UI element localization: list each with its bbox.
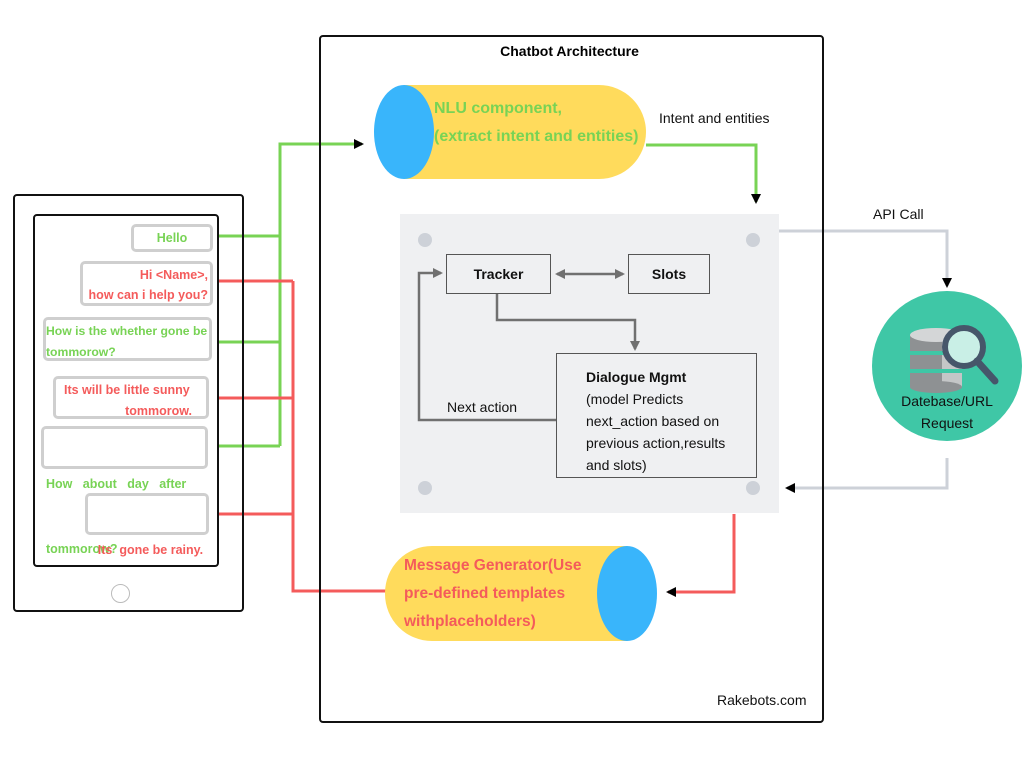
tracker-to-dialogue-arrow — [495, 293, 640, 351]
dialogue-line: next_action based on — [586, 413, 720, 429]
database-line: Request — [920, 415, 974, 431]
cylinder-cap — [597, 546, 657, 641]
dialogue-line: and slots) — [586, 457, 647, 473]
api-call-label: API Call — [873, 206, 924, 222]
message-generator-label: Message Generator(Use pre-defined templa… — [404, 552, 581, 636]
next-action-label: Next action — [447, 399, 518, 415]
generator-line: Message Generator(Use — [404, 557, 582, 574]
core-internal-arrows — [417, 268, 640, 422]
database-line: Datebase/URL — [901, 393, 993, 409]
message-generator: Message Generator(Use pre-defined templa… — [385, 546, 657, 641]
next-action-arrow — [417, 268, 556, 422]
dialogue-line: (model Predicts — [586, 391, 684, 407]
tracker-box: Tracker — [446, 254, 551, 294]
dialogue-mgmt-box: Dialogue Mgmt (model Predicts next_actio… — [556, 353, 757, 478]
slots-label: Slots — [651, 266, 687, 282]
generator-line: pre-defined templates — [404, 585, 566, 602]
database-node: Datebase/URL Request — [872, 291, 1022, 441]
generator-line: withplaceholders) — [404, 613, 536, 630]
dialogue-title: Dialogue Mgmt — [586, 369, 687, 385]
database-label: Datebase/URL Request — [872, 390, 1022, 434]
slots-box: Slots — [628, 254, 710, 294]
database-search-icon — [910, 325, 999, 393]
tracker-label: Tracker — [473, 266, 524, 282]
dialogue-line: previous action,results — [586, 435, 726, 451]
